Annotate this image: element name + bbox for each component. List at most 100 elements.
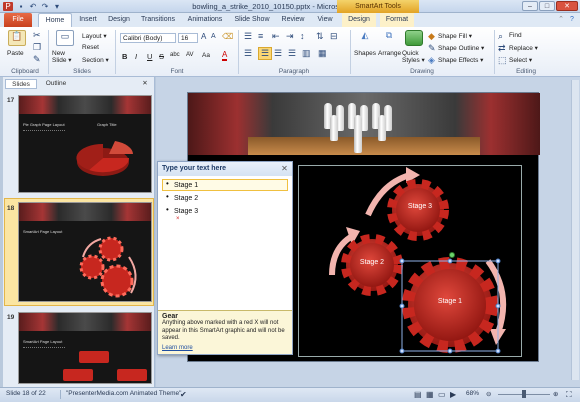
zoom-out-icon[interactable]: ⊖ — [486, 390, 491, 398]
change-case-button[interactable]: Aa — [202, 52, 210, 59]
maximize-button[interactable]: □ — [539, 1, 555, 11]
reset-button[interactable]: Reset — [82, 44, 99, 51]
font-color-button[interactable]: A — [222, 51, 228, 61]
paragraph-group-label: Paragraph — [278, 68, 310, 75]
close-pane-icon[interactable]: ✕ — [140, 79, 150, 89]
divider — [238, 30, 239, 74]
find-icon[interactable]: ⌕ — [498, 31, 503, 42]
grow-font-icon[interactable]: A — [201, 32, 206, 41]
shrink-font-icon[interactable]: A — [211, 33, 216, 40]
shadow-button[interactable]: abc — [170, 52, 180, 58]
cut-icon[interactable]: ✂ — [33, 30, 41, 41]
shape-fill-button[interactable]: Shape Fill ▾ — [438, 32, 472, 40]
vertical-scrollbar[interactable] — [571, 80, 579, 380]
shapes-button[interactable]: Shapes — [354, 50, 376, 57]
thumb-banner — [19, 203, 151, 221]
thumb-title: Pie Graph Page Layout — [23, 122, 65, 127]
tab-slide-show[interactable]: Slide Show — [232, 13, 272, 27]
align-left-icon[interactable]: ☰ — [244, 48, 252, 59]
clear-format-icon[interactable]: ⌫ — [222, 32, 233, 41]
quick-styles-icon[interactable] — [405, 30, 423, 46]
tab-slides[interactable]: Slides — [5, 79, 37, 89]
tab-view[interactable]: View — [312, 13, 338, 27]
align-text-icon[interactable]: ⊟ — [330, 31, 338, 42]
tab-insert[interactable]: Insert — [74, 13, 102, 27]
decrease-indent-icon[interactable]: ⇤ — [272, 31, 280, 42]
gear-stage-3[interactable] — [387, 179, 449, 241]
slide-sorter-icon[interactable]: ▦ — [426, 390, 434, 399]
italic-button[interactable]: I — [135, 52, 137, 61]
select-button[interactable]: Select ▾ — [509, 56, 532, 64]
bullets-icon[interactable]: ☰ — [244, 31, 252, 42]
learn-more-link[interactable]: Learn more — [162, 345, 288, 351]
close-button[interactable]: ✕ — [556, 1, 578, 11]
slide-thumbnail-17[interactable]: Pie Graph Page Layout Graph Title — [18, 95, 152, 193]
gear-stage-1[interactable] — [402, 257, 498, 353]
drawing-group-label: Drawing — [410, 68, 434, 75]
char-spacing-button[interactable]: AV — [186, 52, 194, 58]
slideshow-view-icon[interactable]: ▶ — [450, 390, 456, 399]
tab-outline[interactable]: Outline — [39, 79, 73, 89]
section-button[interactable]: Section ▾ — [82, 56, 109, 64]
spell-check-icon[interactable]: ✔ — [180, 390, 187, 399]
font-name-combo[interactable]: Calibri (Body) — [120, 33, 176, 43]
replace-button[interactable]: Replace ▾ — [509, 44, 538, 52]
tab-smartart-design[interactable]: Design — [342, 13, 376, 27]
columns-icon[interactable]: ▥ — [302, 48, 311, 59]
zoom-level[interactable]: 68% — [466, 390, 479, 397]
slide-thumbnail-18[interactable]: SmartArt Page Layout — [18, 202, 152, 302]
justify-icon[interactable]: ☰ — [288, 48, 296, 59]
font-group-label: Font — [170, 68, 184, 75]
shape-fill-icon[interactable]: ◆ — [428, 31, 435, 42]
layout-button[interactable]: Layout ▾ — [82, 32, 107, 40]
increase-indent-icon[interactable]: ⇥ — [286, 31, 294, 42]
convert-smartart-icon[interactable]: ▦ — [318, 48, 327, 59]
thumb-banner — [19, 313, 151, 331]
shape-effects-icon[interactable]: ◈ — [428, 55, 435, 66]
tab-home[interactable]: Home — [38, 13, 72, 27]
strikethrough-button[interactable]: S — [159, 52, 164, 61]
shapes-icon[interactable]: ◭ — [356, 30, 374, 46]
text-pane-item[interactable]: Stage 2 — [174, 193, 198, 204]
new-slide-button[interactable]: New Slide ▾ — [52, 50, 78, 64]
minimize-button[interactable]: – — [522, 1, 538, 11]
copy-icon[interactable]: ❐ — [33, 42, 41, 53]
tab-transitions[interactable]: Transitions — [137, 13, 179, 27]
align-right-icon[interactable]: ☰ — [274, 48, 282, 59]
new-slide-icon[interactable]: ▭ — [56, 30, 74, 46]
slide-thumbnail-19[interactable]: SmartArt Page Layout — [18, 312, 152, 384]
shape-outline-icon[interactable]: ✎ — [428, 43, 436, 54]
text-direction-icon[interactable]: ⇅ — [316, 31, 324, 42]
zoom-in-icon[interactable]: ⊕ — [553, 390, 558, 398]
arrange-button[interactable]: Arrange — [378, 50, 401, 57]
numbering-icon[interactable]: ≡ — [258, 31, 263, 41]
reading-view-icon[interactable]: ▭ — [438, 390, 446, 399]
paste-icon[interactable]: 📋 — [8, 30, 26, 46]
find-button[interactable]: Find — [509, 32, 522, 39]
font-size-combo[interactable]: 16 — [178, 33, 198, 43]
select-icon[interactable]: ⬚ — [498, 55, 507, 66]
fit-slide-icon[interactable]: ⛶ — [566, 390, 572, 400]
underline-button[interactable]: U — [147, 52, 152, 61]
paste-button[interactable]: Paste — [7, 50, 24, 57]
normal-view-icon[interactable]: ▤ — [414, 390, 422, 399]
shape-effects-button[interactable]: Shape Effects ▾ — [438, 56, 483, 64]
quick-styles-button[interactable]: Quick Styles ▾ — [402, 50, 428, 64]
zoom-slider-thumb[interactable] — [522, 390, 526, 398]
tab-smartart-format[interactable]: Format — [380, 13, 414, 27]
close-icon[interactable]: ✕ — [280, 164, 289, 173]
line-spacing-icon[interactable]: ↕ — [300, 31, 305, 41]
bold-button[interactable]: B — [122, 52, 127, 61]
help-icon[interactable]: ? — [567, 13, 577, 27]
minimize-ribbon-icon[interactable]: ⌃ — [556, 13, 566, 27]
tab-review[interactable]: Review — [278, 13, 308, 27]
tab-animations[interactable]: Animations — [183, 13, 227, 27]
shape-outline-button[interactable]: Shape Outline ▾ — [438, 44, 484, 52]
tab-file[interactable]: File — [4, 13, 32, 27]
text-pane-item[interactable]: Stage 1 — [174, 180, 198, 191]
tab-design[interactable]: Design — [104, 13, 134, 27]
replace-icon[interactable]: ⇄ — [498, 43, 506, 54]
arrange-icon[interactable]: ⧉ — [380, 30, 398, 46]
align-center-icon[interactable]: ☰ — [258, 47, 272, 60]
format-painter-icon[interactable]: ✎ — [33, 54, 41, 65]
